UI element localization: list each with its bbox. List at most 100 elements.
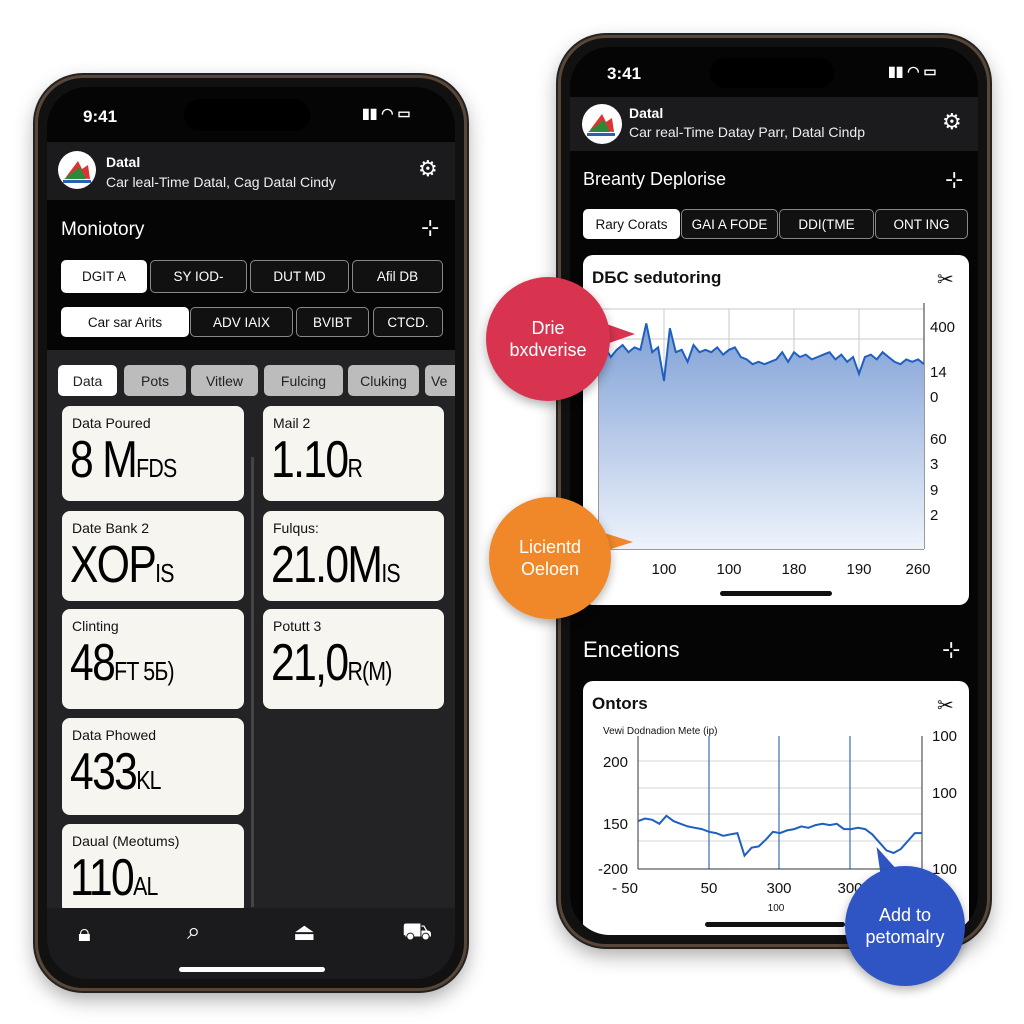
app-title: Datal: [106, 154, 141, 170]
x-tick-label: 50: [701, 880, 718, 897]
metric-label: Fulqus:: [273, 520, 319, 536]
search-icon[interactable]: ⌕: [187, 918, 200, 946]
chip-data[interactable]: Data: [58, 365, 117, 396]
metric-value: XOPIS: [70, 536, 174, 594]
app-header: Datal Car real-Time Datay Parr, Datal Ci…: [570, 97, 978, 151]
status-icons: ▮▮ ◠ ▭: [888, 63, 937, 79]
metric-label: Data Phowed: [72, 727, 157, 743]
bottom-nav: 🔒︎ ⌕ ⏏ ⛟: [47, 908, 455, 979]
y-tick-label: 14: [930, 364, 947, 381]
y-tick-label: 100: [932, 728, 957, 745]
app-logo: [58, 151, 96, 189]
crosshair-icon[interactable]: ⊹: [421, 215, 439, 241]
metric-label: Mail 2: [273, 415, 311, 431]
tab-row2-3[interactable]: BVIBT: [296, 307, 369, 337]
column-divider: [251, 457, 254, 907]
metric-label: Date Bank 2: [72, 520, 150, 536]
metric-card[interactable]: Fulqus: 21.0MIS: [263, 511, 444, 601]
metric-card[interactable]: Date Bank 2 XOPIS: [62, 511, 244, 601]
y-tick-label: 2: [930, 507, 938, 524]
metric-value: 48FT 5Б): [70, 634, 175, 692]
section-title: Encetions: [583, 637, 680, 662]
x-tick-label: 100: [716, 561, 741, 578]
app-title: Datal: [629, 105, 664, 121]
chip-ve[interactable]: Ve: [425, 365, 455, 396]
x-tick-label: 180: [781, 561, 806, 578]
inbox-icon[interactable]: ⏏: [293, 918, 316, 947]
chart-card-top: DБC sedutoring ✂ 100 100 180 190 260 400 14 0 60…: [583, 255, 969, 605]
lock-icon[interactable]: 🔒︎: [78, 920, 91, 948]
tab-3[interactable]: DDI(TME: [779, 209, 874, 239]
x-sub-label: 100: [768, 903, 785, 914]
metric-value: 110AL: [70, 849, 158, 907]
tab-row1-4[interactable]: Afil DB: [352, 260, 443, 293]
home-indicator: [720, 591, 832, 596]
metric-label: Potutt 3: [273, 618, 322, 634]
status-time: 9:41: [83, 107, 118, 126]
gear-icon[interactable]: ⚙: [942, 109, 962, 135]
y-tick-label: 200: [603, 754, 628, 771]
app-header: Datal Car leal-Time Datal, Cag Datal Cin…: [47, 142, 455, 200]
chip-pots[interactable]: Pots: [124, 365, 186, 396]
metric-card[interactable]: Data Poured 8 MFDS: [62, 406, 244, 501]
metric-card[interactable]: Data Phowed 433KL: [62, 718, 244, 815]
tab-row2-2[interactable]: ADV IAIX: [190, 307, 293, 337]
section-title: Breanty Deplorise: [583, 169, 727, 189]
dynamic-island: [184, 99, 310, 131]
chart-subtitle: Vewi Dodnadion Mete (ip): [603, 726, 718, 737]
metric-card[interactable]: Mail 2 1.10R: [263, 406, 444, 501]
tab-row2-4[interactable]: CTCD.: [373, 307, 443, 337]
metric-value: 21,0R(M): [271, 634, 392, 692]
metric-value: 1.10R: [271, 431, 363, 489]
metric-card[interactable]: Daual (Meotums) 110AL: [62, 824, 244, 914]
app-logo: [582, 104, 622, 144]
x-tick-label: 260: [905, 561, 930, 578]
metric-card[interactable]: Clinting 48FT 5Б): [62, 609, 244, 709]
metric-value: 8 MFDS: [70, 431, 177, 489]
y-tick-label: 400: [930, 319, 955, 336]
tab-row1-1[interactable]: DGIT A: [61, 260, 147, 293]
callout-orange: Licientd Oeloen: [489, 497, 611, 619]
callout-red: Drie bxdverise: [486, 277, 610, 401]
x-tick-label: - 50: [612, 880, 638, 897]
app-subtitle: Car real-Time Datay Parr, Datal Cindp: [629, 124, 866, 140]
chip-fulcing[interactable]: Fulcing: [264, 365, 343, 396]
app-subtitle: Car leal-Time Datal, Cag Datal Cindy: [106, 174, 336, 190]
tab-row1-2[interactable]: SY IOD-: [150, 260, 247, 293]
tab-1[interactable]: Rary Corats: [583, 209, 680, 239]
tab-2[interactable]: GAI A FODE: [681, 209, 778, 239]
left-phone: 9:41 ▮▮ ◠ ▭ Datal Car leal-Time Datal, C…: [35, 75, 467, 991]
gear-icon[interactable]: ⚙: [418, 156, 438, 182]
y-tick-label: 60: [930, 431, 947, 448]
metric-card[interactable]: Potutt 3 21,0R(M): [263, 609, 444, 709]
x-tick-label: 190: [846, 561, 871, 578]
tab-4[interactable]: ONT ING: [875, 209, 968, 239]
metric-label: Data Poured: [72, 415, 151, 431]
y-tick-label: -200: [598, 861, 628, 878]
left-screen: 9:41 ▮▮ ◠ ▭ Datal Car leal-Time Datal, C…: [47, 87, 455, 979]
tab-row2-1[interactable]: Car sar Arits: [61, 307, 189, 337]
dynamic-island: [710, 58, 834, 88]
chip-cluking[interactable]: Cluking: [348, 365, 419, 396]
y-tick-label: 0: [930, 389, 938, 406]
status-time: 3:41: [607, 64, 642, 83]
filter-icon[interactable]: ⊹: [942, 637, 960, 663]
section-title: Moniotory: [61, 219, 145, 240]
chip-vitlew[interactable]: Vitlew: [191, 365, 258, 396]
car-icon[interactable]: ⛟: [402, 918, 432, 948]
y-tick-label: 100: [932, 785, 957, 802]
metric-label: Clinting: [72, 618, 119, 634]
tab-row1-3[interactable]: DUT MD: [250, 260, 349, 293]
x-tick-label: 100: [651, 561, 676, 578]
status-icons: ▮▮ ◠ ▭: [362, 105, 411, 121]
home-indicator: [179, 967, 325, 972]
x-tick-label: 300: [766, 880, 791, 897]
y-tick-label: 9: [930, 482, 938, 499]
area-chart: 100 100 180 190 260 400 14 0 60 3 9 2: [598, 303, 955, 578]
metric-label: Daual (Meotums): [72, 833, 180, 849]
filter-icon[interactable]: ⊹: [945, 167, 963, 193]
y-tick-label: 150: [603, 816, 628, 833]
add-to-button[interactable]: Add to petomalry: [845, 866, 965, 986]
home-indicator: [705, 922, 845, 927]
right-screen: 3:41 ▮▮ ◠ ▭ Datal Car real-Time Datay Pa…: [570, 47, 978, 935]
